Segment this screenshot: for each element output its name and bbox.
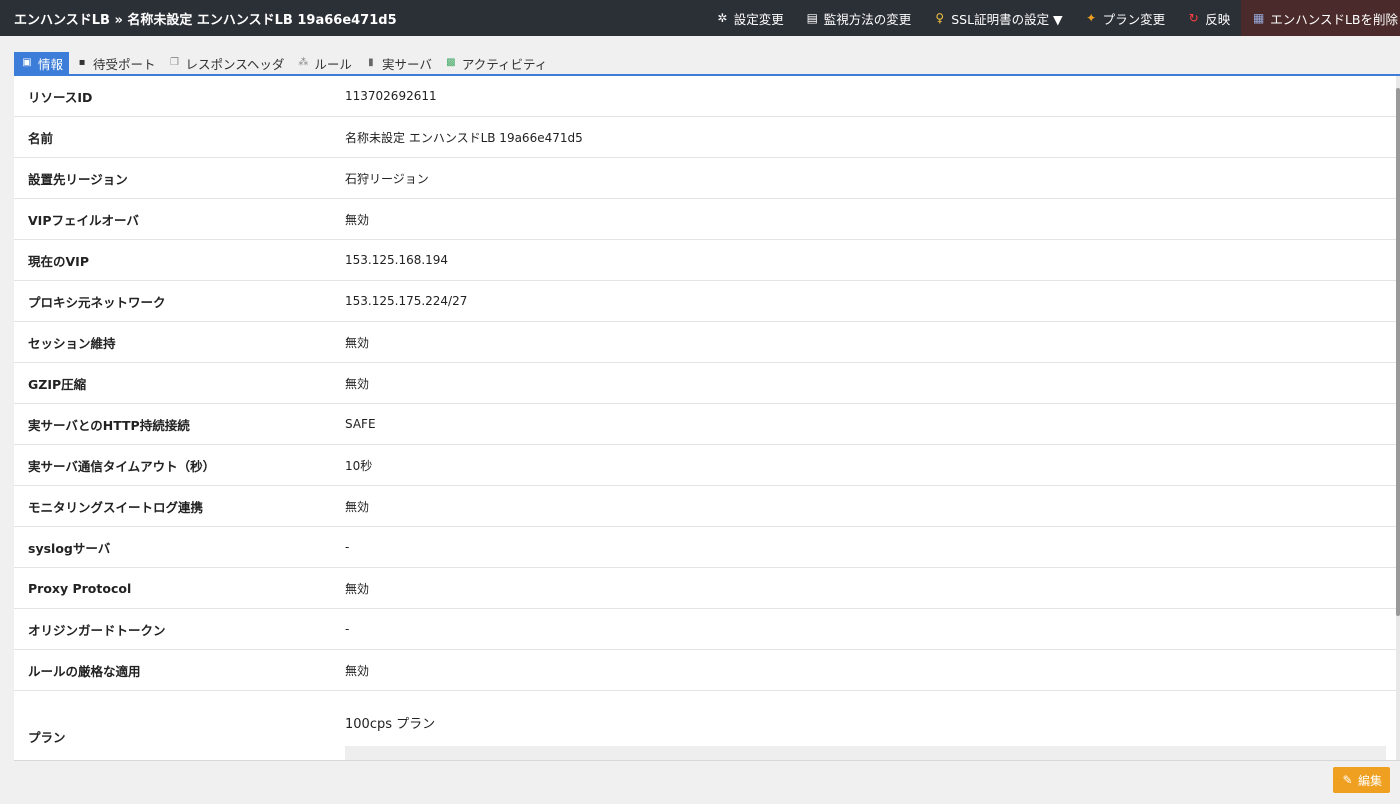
- top-bar: エンハンスドLB » 名称未設定 エンハンスドLB 19a66e471d5 ✲ …: [0, 0, 1400, 36]
- vertical-scrollbar[interactable]: [1396, 76, 1400, 760]
- row-label: GZIP圧縮: [28, 376, 87, 392]
- ssl-settings-label: SSL証明書の設定 ▼: [951, 11, 1063, 27]
- activity-icon: ▩: [446, 57, 456, 68]
- pencil-icon: ✎: [1342, 772, 1353, 787]
- delete-elb-label: エンハンスドLBを削除: [1270, 11, 1398, 27]
- server-icon: ▪: [78, 57, 86, 68]
- table-row: syslogサーバ -: [14, 527, 1396, 568]
- plan-row: プラン 100cps プラン: [14, 691, 1396, 760]
- table-row: モニタリングスイートログ連携 無効: [14, 486, 1396, 527]
- row-label: 実サーバとのHTTP持続接続: [28, 417, 190, 433]
- apply-button[interactable]: ↻ 反映: [1176, 0, 1241, 36]
- row-value: 113702692611: [345, 89, 437, 103]
- plan-change-label: プラン変更: [1102, 11, 1166, 27]
- monitor-icon: ▤: [806, 10, 818, 25]
- table-row: オリジンガードトークン -: [14, 609, 1396, 650]
- row-value: -: [345, 540, 350, 554]
- row-value: 名称未設定 エンハンスドLB 19a66e471d5: [345, 130, 583, 145]
- row-value: 石狩リージョン: [345, 171, 429, 186]
- row-label: syslogサーバ: [28, 540, 111, 556]
- edit-button[interactable]: ✎ 編集: [1332, 767, 1390, 793]
- delete-icon: ▦: [1253, 10, 1265, 25]
- row-label: ルールの厳格な適用: [28, 663, 141, 679]
- row-label: Proxy Protocol: [28, 580, 132, 596]
- row-label: 設置先リージョン: [28, 171, 128, 187]
- window-icon: ❐: [170, 57, 180, 68]
- table-row: 実サーバとのHTTP持続接続 SAFE: [14, 404, 1396, 445]
- info-table: リソースID 113702692611 名前 名称未設定 エンハンスドLB 19…: [14, 76, 1396, 760]
- ssl-settings-button[interactable]: ♀ SSL証明書の設定 ▼: [922, 0, 1073, 36]
- edit-button-label: 編集: [1357, 773, 1382, 788]
- main-panel: ▣ 情報 ▪ 待受ポート ❐ レスポンスヘッダ ⁂ ルール ▮ 実サーバ ▩ ア…: [0, 36, 1400, 804]
- table-row: ルールの厳格な適用 無効: [14, 650, 1396, 691]
- row-value: 無効: [345, 663, 370, 678]
- table-row: 設置先リージョン 石狩リージョン: [14, 158, 1396, 199]
- tab-rules-label: ルール: [314, 56, 352, 72]
- monitoring-change-button[interactable]: ▤ 監視方法の変更: [795, 0, 923, 36]
- tab-response-headers[interactable]: ❐ レスポンスヘッダ: [162, 52, 291, 74]
- tab-activity[interactable]: ▩ アクティビティ: [438, 52, 553, 74]
- plan-value: 100cps プラン: [345, 717, 436, 732]
- row-value: 無効: [345, 499, 370, 514]
- table-row: 現在のVIP 153.125.168.194: [14, 240, 1396, 281]
- tab-response-headers-label: レスポンスヘッダ: [185, 56, 285, 72]
- table-row: 実サーバ通信タイムアウト（秒） 10秒: [14, 445, 1396, 486]
- header-actions: ✲ 設定変更 ▤ 監視方法の変更 ♀ SSL証明書の設定 ▼ ✦ プラン変更 ↻…: [705, 0, 1400, 36]
- table-row: セッション維持 無効: [14, 322, 1396, 363]
- page-title: エンハンスドLB » 名称未設定 エンハンスドLB 19a66e471d5: [14, 12, 397, 28]
- refresh-icon: ↻: [1188, 10, 1199, 25]
- row-label: リソースID: [28, 89, 93, 105]
- table-row: GZIP圧縮 無効: [14, 363, 1396, 404]
- row-value: SAFE: [345, 417, 376, 431]
- row-label: 現在のVIP: [28, 253, 89, 269]
- device-icon: ▮: [368, 57, 374, 68]
- footer-bar: ✎ 編集: [14, 760, 1400, 798]
- row-value: 10秒: [345, 458, 373, 473]
- scrollbar-thumb[interactable]: [1396, 88, 1400, 616]
- tab-info[interactable]: ▣ 情報: [14, 52, 70, 74]
- row-label: 名前: [28, 130, 54, 146]
- tab-real-servers[interactable]: ▮ 実サーバ: [358, 52, 438, 74]
- row-label: プロキシ元ネットワーク: [28, 294, 166, 310]
- row-label: VIPフェイルオーバ: [28, 212, 139, 228]
- tab-activity-label: アクティビティ: [461, 56, 548, 72]
- row-value: 153.125.175.224/27: [345, 294, 468, 308]
- apply-label: 反映: [1205, 11, 1231, 27]
- row-value: 無効: [345, 581, 370, 596]
- info-icon: ▣: [22, 57, 32, 68]
- row-value: -: [345, 622, 350, 636]
- gear-icon: ✲: [717, 10, 728, 25]
- plan-change-button[interactable]: ✦ プラン変更: [1074, 0, 1177, 36]
- plan-icon: ✦: [1086, 10, 1097, 25]
- tab-listen-ports[interactable]: ▪ 待受ポート: [69, 52, 162, 74]
- row-value: 153.125.168.194: [345, 253, 449, 267]
- monitoring-change-label: 監視方法の変更: [823, 11, 912, 27]
- plan-value-cell: 100cps プラン: [345, 691, 1396, 760]
- table-row: リソースID 113702692611: [14, 76, 1396, 117]
- table-row: Proxy Protocol 無効: [14, 568, 1396, 609]
- row-value: 無効: [345, 212, 370, 227]
- plan-label: プラン: [28, 730, 66, 745]
- tab-info-label: 情報: [38, 56, 64, 72]
- settings-change-label: 設定変更: [733, 11, 784, 27]
- table-row: プロキシ元ネットワーク 153.125.175.224/27: [14, 281, 1396, 322]
- table-row: 名前 名称未設定 エンハンスドLB 19a66e471d5: [14, 117, 1396, 158]
- row-label: 実サーバ通信タイムアウト（秒）: [28, 458, 216, 474]
- rule-icon: ⁂: [298, 57, 309, 68]
- key-icon: ♀: [935, 10, 945, 25]
- tab-rules[interactable]: ⁂ ルール: [290, 52, 358, 74]
- row-label: モニタリングスイートログ連携: [28, 499, 204, 515]
- plan-description-box: [345, 746, 1386, 760]
- row-label: オリジンガードトークン: [28, 622, 166, 638]
- row-value: 無効: [345, 335, 370, 350]
- tab-real-servers-label: 実サーバ: [381, 56, 432, 72]
- settings-change-button[interactable]: ✲ 設定変更: [705, 0, 795, 36]
- row-value: 無効: [345, 376, 370, 391]
- tab-listen-ports-label: 待受ポート: [93, 56, 156, 72]
- table-row: VIPフェイルオーバ 無効: [14, 199, 1396, 240]
- delete-elb-button[interactable]: ▦ エンハンスドLBを削除: [1241, 0, 1400, 36]
- tab-bar: ▣ 情報 ▪ 待受ポート ❐ レスポンスヘッダ ⁂ ルール ▮ 実サーバ ▩ ア…: [14, 52, 1400, 76]
- row-label: セッション維持: [28, 335, 116, 351]
